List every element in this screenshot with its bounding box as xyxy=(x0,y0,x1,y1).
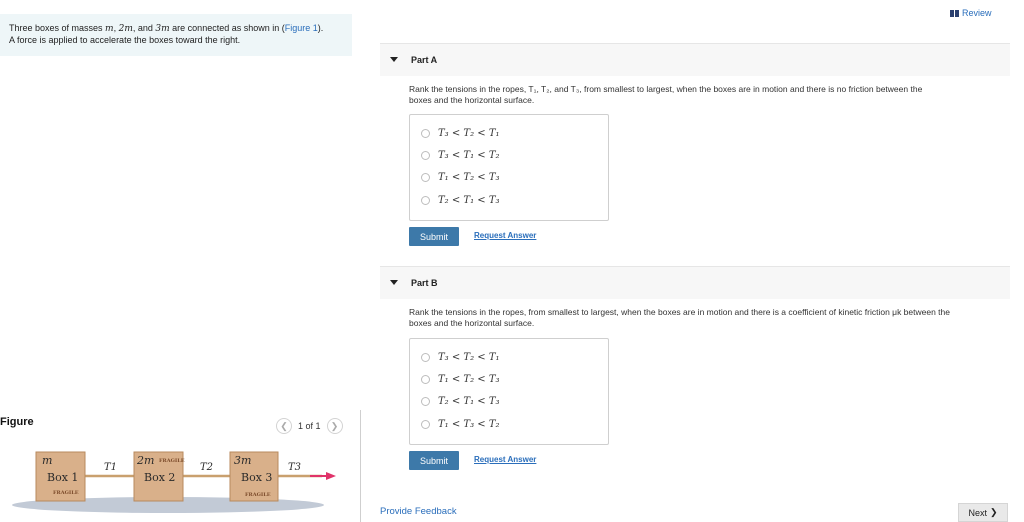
part-b-request-answer-link[interactable]: Request Answer xyxy=(474,455,536,464)
figure-link[interactable]: Figure 1 xyxy=(285,23,318,33)
part-b-question-line1: Rank the tensions in the ropes, from sma… xyxy=(409,307,950,317)
chevron-left-icon[interactable]: ❮ xyxy=(276,418,292,434)
next-label: Next xyxy=(968,507,987,518)
radio-button[interactable] xyxy=(421,396,430,406)
radio-button[interactable] xyxy=(421,352,430,362)
next-button[interactable]: Next ❯ xyxy=(958,503,1008,522)
choice-label: T₃ < T₂ < T₁ xyxy=(438,351,500,363)
figure-pager: ❮ 1 of 1 ❯ xyxy=(276,418,343,434)
mass-2m: 2m xyxy=(118,24,133,34)
boxes-figure: m Box 1 FRAGILE 2m FRAGILE Box 2 3m Box … xyxy=(12,451,336,513)
radio-button[interactable] xyxy=(421,195,430,205)
choice-label: T₁ < T₃ < T₂ xyxy=(438,418,500,430)
intro-text-b: are connected as shown in ( xyxy=(169,23,285,33)
choice-label: T₃ < T₁ < T₂ xyxy=(438,149,500,161)
choice-label: T₁ < T₂ < T₃ xyxy=(438,373,500,385)
part-a-choice[interactable]: T₂ < T₁ < T₃ xyxy=(421,193,500,207)
part-a-choice[interactable]: T₃ < T₂ < T₁ xyxy=(421,126,500,140)
intro-sep-2: , and xyxy=(132,23,156,33)
part-a-question-line2: boxes and the horizontal surface. xyxy=(409,95,535,105)
part-b-question: Rank the tensions in the ropes, from sma… xyxy=(409,307,1009,329)
box-1-mass: m xyxy=(42,454,52,467)
pager-text: 1 of 1 xyxy=(298,421,321,431)
radio-button[interactable] xyxy=(421,374,430,384)
part-a-title: Part A xyxy=(411,55,438,65)
choice-label: T₂ < T₁ < T₃ xyxy=(438,395,500,407)
part-b-header[interactable]: Part B xyxy=(380,266,1010,299)
chevron-right-icon: ❯ xyxy=(989,507,998,517)
box-2-stamp: FRAGILE xyxy=(159,458,185,464)
choice-label: T₁ < T₂ < T₃ xyxy=(438,171,500,183)
part-b-choices: T₃ < T₂ < T₁ T₁ < T₂ < T₃ T₂ < T₁ < T₃ T… xyxy=(409,338,609,445)
mass-3m: 3m xyxy=(155,24,170,34)
part-b-title: Part B xyxy=(411,278,438,288)
box-1-label: Box 1 xyxy=(47,471,78,484)
tension-label-1: T1 xyxy=(104,462,117,473)
intro-text-a: Three boxes of masses xyxy=(9,23,106,33)
part-a-choices: T₃ < T₂ < T₁ T₃ < T₁ < T₂ T₁ < T₂ < T₃ T… xyxy=(409,114,609,221)
radio-button[interactable] xyxy=(421,419,430,429)
choice-label: T₂ < T₁ < T₃ xyxy=(438,194,500,206)
problem-intro: Three boxes of masses m, 2m, and 3m are … xyxy=(0,14,352,56)
choice-label: T₃ < T₂ < T₁ xyxy=(438,127,500,139)
part-a-header[interactable]: Part A xyxy=(380,43,1010,76)
mass-m: m xyxy=(105,24,114,34)
radio-button[interactable] xyxy=(421,128,430,138)
part-a-question: Rank the tensions in the ropes, T₁, T₂, … xyxy=(409,84,1009,106)
provide-feedback-link[interactable]: Provide Feedback xyxy=(380,506,457,517)
radio-button[interactable] xyxy=(421,150,430,160)
box-3-stamp: FRAGILE xyxy=(245,492,271,498)
box-2-mass: 2m xyxy=(136,454,154,467)
column-divider xyxy=(360,410,361,522)
part-b-submit-button[interactable]: Submit xyxy=(409,451,459,470)
review-link[interactable]: Review xyxy=(950,8,992,18)
tension-label-2: T2 xyxy=(200,462,213,473)
intro-text: Three boxes of masses m, 2m, and 3m are … xyxy=(9,23,349,46)
part-b-question-line2: boxes and the horizontal surface. xyxy=(409,318,535,328)
part-a-choice[interactable]: T₁ < T₂ < T₃ xyxy=(421,170,500,184)
part-b-choice[interactable]: T₂ < T₁ < T₃ xyxy=(421,394,500,408)
radio-button[interactable] xyxy=(421,172,430,182)
part-b-choice[interactable]: T₁ < T₂ < T₃ xyxy=(421,372,500,386)
bookmark-icon xyxy=(950,9,959,17)
caret-down-icon[interactable] xyxy=(390,280,398,285)
force-arrowhead xyxy=(326,472,336,480)
box-1-stamp: FRAGILE xyxy=(53,490,79,496)
chevron-right-icon[interactable]: ❯ xyxy=(326,418,343,434)
part-a-choice[interactable]: T₃ < T₁ < T₂ xyxy=(421,148,500,162)
part-a-request-answer-link[interactable]: Request Answer xyxy=(474,231,536,240)
intro-text-line2: A force is applied to accelerate the box… xyxy=(9,35,241,45)
intro-text-c: ). xyxy=(317,23,324,33)
box-3-label: Box 3 xyxy=(241,471,272,484)
box-2-label: Box 2 xyxy=(144,471,175,484)
box-3-mass: 3m xyxy=(234,454,251,467)
part-b-choice[interactable]: T₃ < T₂ < T₁ xyxy=(421,350,500,364)
part-b-choice[interactable]: T₁ < T₃ < T₂ xyxy=(421,417,500,431)
figure-panel: Three boxes of masses m, 2m, and 3m are … xyxy=(0,0,360,522)
review-label: Review xyxy=(962,8,992,18)
part-a-question-line1: Rank the tensions in the ropes, T₁, T₂, … xyxy=(409,84,923,94)
caret-down-icon[interactable] xyxy=(390,57,398,62)
tension-label-3: T3 xyxy=(288,462,301,473)
part-a-submit-button[interactable]: Submit xyxy=(409,227,459,246)
figure-title: Figure xyxy=(0,416,34,428)
